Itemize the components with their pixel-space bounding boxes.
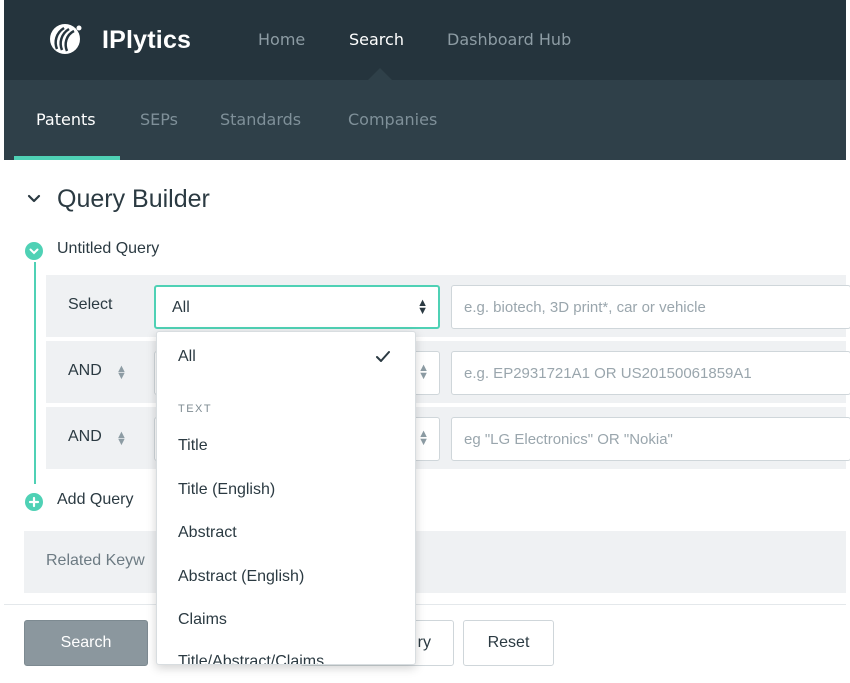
query-row: Select All ▲ ▼ (46, 275, 850, 337)
sub-nav-bar: Patents SEPs Standards Companies (4, 80, 846, 160)
reset-button[interactable]: Reset (463, 620, 554, 666)
collapse-query-icon[interactable] (25, 242, 43, 260)
query-tree-line (34, 262, 36, 484)
add-query-button[interactable]: Add Query (57, 491, 133, 509)
dropdown-option-abstract-english[interactable]: Abstract (English) (178, 568, 304, 586)
dropdown-group-label: TEXT (178, 403, 213, 415)
iplytics-logo-icon[interactable] (48, 22, 82, 56)
field-select[interactable]: All ▲ ▼ (154, 285, 440, 329)
brand-name[interactable]: IPlytics (102, 26, 191, 55)
dropdown-option-title[interactable]: Title (178, 437, 208, 455)
sort-caret-icon: ▲ ▼ (418, 362, 429, 382)
dropdown-option-claims[interactable]: Claims (178, 611, 227, 629)
search-button[interactable]: Search (24, 620, 148, 666)
related-keywords-panel[interactable]: Related Keyw (24, 531, 846, 593)
field-dropdown-menu[interactable]: All TEXT Title Title (English) Abstract … (156, 331, 416, 665)
chevron-down-icon (29, 248, 39, 255)
add-query-icon[interactable] (25, 493, 43, 511)
divider (4, 604, 846, 605)
field-select-value: All (172, 299, 190, 316)
plus-icon (28, 496, 40, 508)
dropdown-option-abstract[interactable]: Abstract (178, 524, 237, 542)
related-keywords-label: Related Keyw (46, 552, 145, 569)
row-operator-select[interactable]: AND (68, 428, 102, 446)
operator-caret-icon[interactable]: ▲ ▼ (116, 364, 127, 382)
checkmark-icon (376, 351, 390, 362)
active-nav-caret (368, 68, 392, 80)
dropdown-option-title-abstract-claims[interactable]: Title/Abstract/Claims (178, 653, 324, 664)
tab-companies[interactable]: Companies (348, 110, 437, 129)
nav-home[interactable]: Home (258, 30, 305, 49)
row-operator-label: Select (68, 296, 113, 313)
tab-standards[interactable]: Standards (220, 110, 301, 129)
tab-seps[interactable]: SEPs (140, 110, 178, 129)
sort-caret-icon: ▲ ▼ (417, 297, 428, 317)
publication-number-input[interactable] (451, 351, 850, 395)
dropdown-option-title-english[interactable]: Title (English) (178, 481, 275, 499)
nav-search[interactable]: Search (349, 30, 404, 49)
row-operator-select[interactable]: AND (68, 362, 102, 380)
active-tab-underline (14, 156, 120, 160)
keyword-input[interactable] (451, 285, 850, 329)
operator-caret-icon[interactable]: ▲ ▼ (116, 430, 127, 448)
dropdown-option-all[interactable]: All (178, 348, 196, 366)
nav-dashboard-hub[interactable]: Dashboard Hub (447, 30, 571, 49)
company-input[interactable] (451, 417, 850, 461)
query-name[interactable]: Untitled Query (57, 240, 159, 258)
tab-patents[interactable]: Patents (36, 110, 96, 129)
sort-caret-icon: ▲ ▼ (418, 428, 429, 448)
top-nav-bar: IPlytics Home Search Dashboard Hub (4, 0, 846, 80)
chevron-down-icon[interactable] (26, 190, 42, 206)
query-builder-title[interactable]: Query Builder (57, 185, 210, 214)
